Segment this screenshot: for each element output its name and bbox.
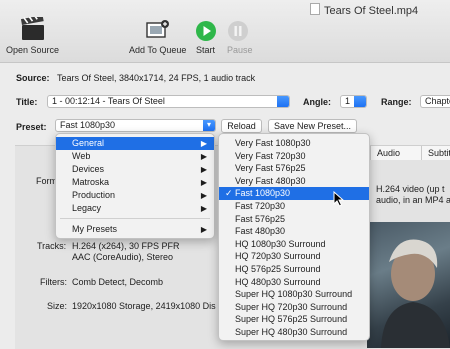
tracks-line-2: AAC (CoreAudio), Stereo xyxy=(72,252,174,262)
format-desc-line-2: audio, in an MP4 a xyxy=(376,195,450,205)
range-value: Chapte xyxy=(425,96,450,106)
preset-popup[interactable]: Fast 1080p30 ▾ xyxy=(55,119,216,132)
clapperboard-icon xyxy=(20,17,44,40)
preset-menu-item-label: Super HQ 720p30 Surround xyxy=(235,301,348,312)
size-value: 1920x1080 Storage, 2419x1080 Dis xyxy=(72,301,216,311)
angle-popup[interactable]: 1 xyxy=(340,95,367,108)
preset-menu-item-label: Super HQ 1080p30 Surround xyxy=(235,289,353,300)
tracks-line-1: H.264 (x264), 30 FPS PFR xyxy=(72,241,180,251)
window-title: Tears Of Steel.mp4 xyxy=(310,3,418,17)
pause-label: Pause xyxy=(227,45,253,55)
preset-menu-item-label: Fast 1080p30 xyxy=(235,188,291,199)
preset-menu-item-label: Fast 720p30 xyxy=(235,201,286,211)
preset-label: Preset: xyxy=(16,122,47,132)
preset-menu-item-label: Fast 576p25 xyxy=(235,213,286,224)
add-to-queue-icon xyxy=(146,20,169,38)
tracks-label: Tracks: xyxy=(37,241,67,251)
format-label: Form xyxy=(36,176,57,186)
preset-menu-item[interactable]: HQ 480p30 Surround xyxy=(219,276,369,289)
preset-menu-item[interactable]: Super HQ 480p30 Surround xyxy=(219,326,369,339)
submenu-arrow-icon: ▶ xyxy=(200,139,207,148)
preset-menu-item-label: HQ 1080p30 Surround xyxy=(235,238,326,249)
add-to-queue-button[interactable]: Add To Queue xyxy=(128,14,190,58)
filters-value: Comb Detect, Decomb xyxy=(72,277,164,287)
tab-subtitles[interactable]: Subtitl xyxy=(421,146,450,160)
preview-image xyxy=(367,222,450,348)
menu-item-devices[interactable]: Devices ▶ xyxy=(56,163,214,176)
preset-submenu: Very Fast 1080p30 Very Fast 720p30 Very Fa… xyxy=(218,133,370,341)
preset-menu-item-label: Very Fast 720p30 xyxy=(235,150,306,161)
preset-menu-item[interactable]: Fast 720p30 xyxy=(219,200,369,213)
submenu-arrow-icon: ▶ xyxy=(200,204,207,213)
submenu-arrow-icon: ▶ xyxy=(200,225,207,234)
start-button[interactable]: Start xyxy=(194,14,220,58)
preset-chevron-icon: ▾ xyxy=(203,120,215,131)
range-popup[interactable]: Chapte xyxy=(420,95,450,108)
menu-item-my-presets[interactable]: My Presets ▶ xyxy=(56,223,214,236)
toolbar: Tears Of Steel.mp4 Open Source Add To Qu… xyxy=(0,0,450,63)
preset-menu-item-label: HQ 720p30 Surround xyxy=(235,251,321,262)
preset-menu-item[interactable]: Super HQ 576p25 Surround xyxy=(219,313,369,326)
reload-button[interactable]: Reload xyxy=(221,119,262,133)
preset-menu-item[interactable]: HQ 576p25 Surround xyxy=(219,263,369,276)
preset-menu-item-label: Very Fast 576p25 xyxy=(235,163,306,174)
filters-label: Filters: xyxy=(40,277,67,287)
menu-item-general[interactable]: General ▶ xyxy=(56,137,214,150)
format-desc-line-1: H.264 video (up t xyxy=(376,184,445,194)
menu-item-matroska[interactable]: Matroska ▶ xyxy=(56,176,214,189)
preset-value: Fast 1080p30 xyxy=(60,120,116,130)
preset-menu-item[interactable]: Super HQ 1080p30 Surround xyxy=(219,288,369,301)
play-icon xyxy=(196,21,216,41)
preset-menu-item-label: Fast 480p30 xyxy=(235,226,286,237)
preset-menu-item[interactable]: Very Fast 720p30 xyxy=(219,150,369,163)
preset-menu-item[interactable]: Very Fast 480p30 xyxy=(219,175,369,188)
mouse-cursor-icon xyxy=(333,191,344,207)
add-to-queue-label: Add To Queue xyxy=(129,45,187,55)
open-source-label: Open Source xyxy=(6,45,60,55)
submenu-arrow-icon: ▶ xyxy=(200,178,207,187)
save-new-preset-button[interactable]: Save New Preset... xyxy=(268,119,357,133)
range-label: Range: xyxy=(381,97,412,107)
preset-menu-item-label: Very Fast 1080p30 xyxy=(235,138,311,148)
source-value: Tears Of Steel, 3840x1714, 24 FPS, 1 aud… xyxy=(57,73,256,83)
preset-menu-item[interactable]: Very Fast 1080p30 xyxy=(219,137,369,150)
preset-menu-item-label: Super HQ 576p25 Surround xyxy=(235,314,348,325)
preset-menu-item[interactable]: Very Fast 576p25 xyxy=(219,162,369,175)
preset-menu-item-label: HQ 576p25 Surround xyxy=(235,264,321,274)
angle-stepper-icon xyxy=(354,96,366,107)
menu-item-legacy[interactable]: Legacy ▶ xyxy=(56,202,214,215)
pause-icon xyxy=(228,21,248,41)
title-label: Title: xyxy=(16,97,38,107)
source-label: Source: xyxy=(16,73,50,83)
size-label: Size: xyxy=(47,301,68,311)
start-label: Start xyxy=(196,45,216,55)
preset-menu-item[interactable]: ✓ Fast 1080p30 xyxy=(219,187,369,201)
angle-label: Angle: xyxy=(303,97,331,107)
submenu-arrow-icon: ▶ xyxy=(200,165,207,174)
title-popup[interactable]: 1 - 00:12:14 - Tears Of Steel xyxy=(47,95,290,108)
menu-item-web[interactable]: Web ▶ xyxy=(56,150,214,163)
angle-value: 1 xyxy=(345,96,351,106)
pause-button[interactable]: Pause xyxy=(224,14,254,58)
submenu-arrow-icon: ▶ xyxy=(200,191,207,200)
preset-menu-item-label: Super HQ 480p30 Surround xyxy=(235,327,348,337)
preset-menu-item[interactable]: HQ 1080p30 Surround xyxy=(219,238,369,251)
document-icon xyxy=(310,3,320,15)
title-value: 1 - 00:12:14 - Tears Of Steel xyxy=(52,96,165,106)
submenu-arrow-icon: ▶ xyxy=(200,152,207,161)
preset-menu-item[interactable]: Super HQ 720p30 Surround xyxy=(219,301,369,314)
title-stepper-icon xyxy=(277,96,289,107)
preset-menu-item[interactable]: HQ 720p30 Surround xyxy=(219,250,369,263)
menu-separator xyxy=(60,218,210,219)
preset-menu-item-label: HQ 480p30 Surround xyxy=(235,276,321,287)
open-source-button[interactable]: Open Source xyxy=(5,14,63,58)
checkmark-icon: ✓ xyxy=(225,188,233,199)
preset-menu-item[interactable]: Fast 480p30 xyxy=(219,225,369,238)
preset-menu-item-label: Very Fast 480p30 xyxy=(235,175,306,186)
preset-category-menu: General ▶ Web ▶ Devices ▶ Matroska ▶ Product… xyxy=(55,133,215,239)
preset-menu-item[interactable]: Fast 576p25 xyxy=(219,213,369,226)
menu-item-production[interactable]: Production ▶ xyxy=(56,189,214,202)
